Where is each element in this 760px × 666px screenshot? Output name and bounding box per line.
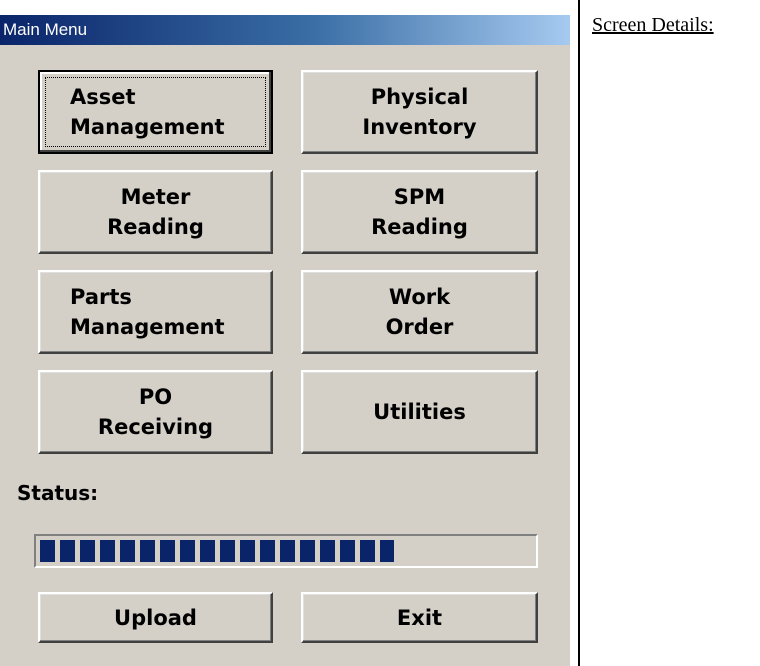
spm-reading-label: SPM Reading: [371, 185, 468, 239]
po-receiving-button[interactable]: PO Receiving: [38, 370, 273, 454]
utilities-label: Utilities: [373, 400, 466, 424]
work-order-label: Work Order: [385, 285, 454, 339]
progress-track: [40, 540, 532, 562]
utilities-button[interactable]: Utilities: [301, 370, 538, 454]
meter-reading-button[interactable]: Meter Reading: [38, 170, 273, 254]
progress-fill: [40, 540, 395, 562]
exit-label: Exit: [396, 605, 443, 630]
po-receiving-label: PO Receiving: [97, 385, 214, 439]
spm-reading-button[interactable]: SPM Reading: [301, 170, 538, 254]
status-label: Status:: [17, 481, 99, 505]
physical-inventory-button[interactable]: Physical Inventory: [301, 70, 538, 154]
upload-label: Upload: [114, 605, 197, 630]
physical-inventory-label: Physical Inventory: [362, 85, 477, 139]
parts-management-label: Parts Management: [70, 285, 225, 339]
asset-management-button[interactable]: Asset Management: [38, 70, 273, 154]
meter-reading-label: Meter Reading: [107, 185, 204, 239]
exit-button[interactable]: Exit: [301, 592, 538, 643]
main-menu-window: Main Menu Asset Management Physical Inve…: [0, 15, 570, 666]
work-order-button[interactable]: Work Order: [301, 270, 538, 354]
panel-divider: [578, 0, 580, 666]
asset-management-label: Asset Management: [70, 85, 225, 139]
status-progress-bar: [34, 534, 538, 568]
screen-details-heading: Screen Details:: [592, 14, 714, 36]
parts-management-button[interactable]: Parts Management: [38, 270, 273, 354]
top-strip: [0, 0, 570, 15]
upload-button[interactable]: Upload: [38, 592, 273, 643]
window-title: Main Menu: [0, 15, 570, 45]
